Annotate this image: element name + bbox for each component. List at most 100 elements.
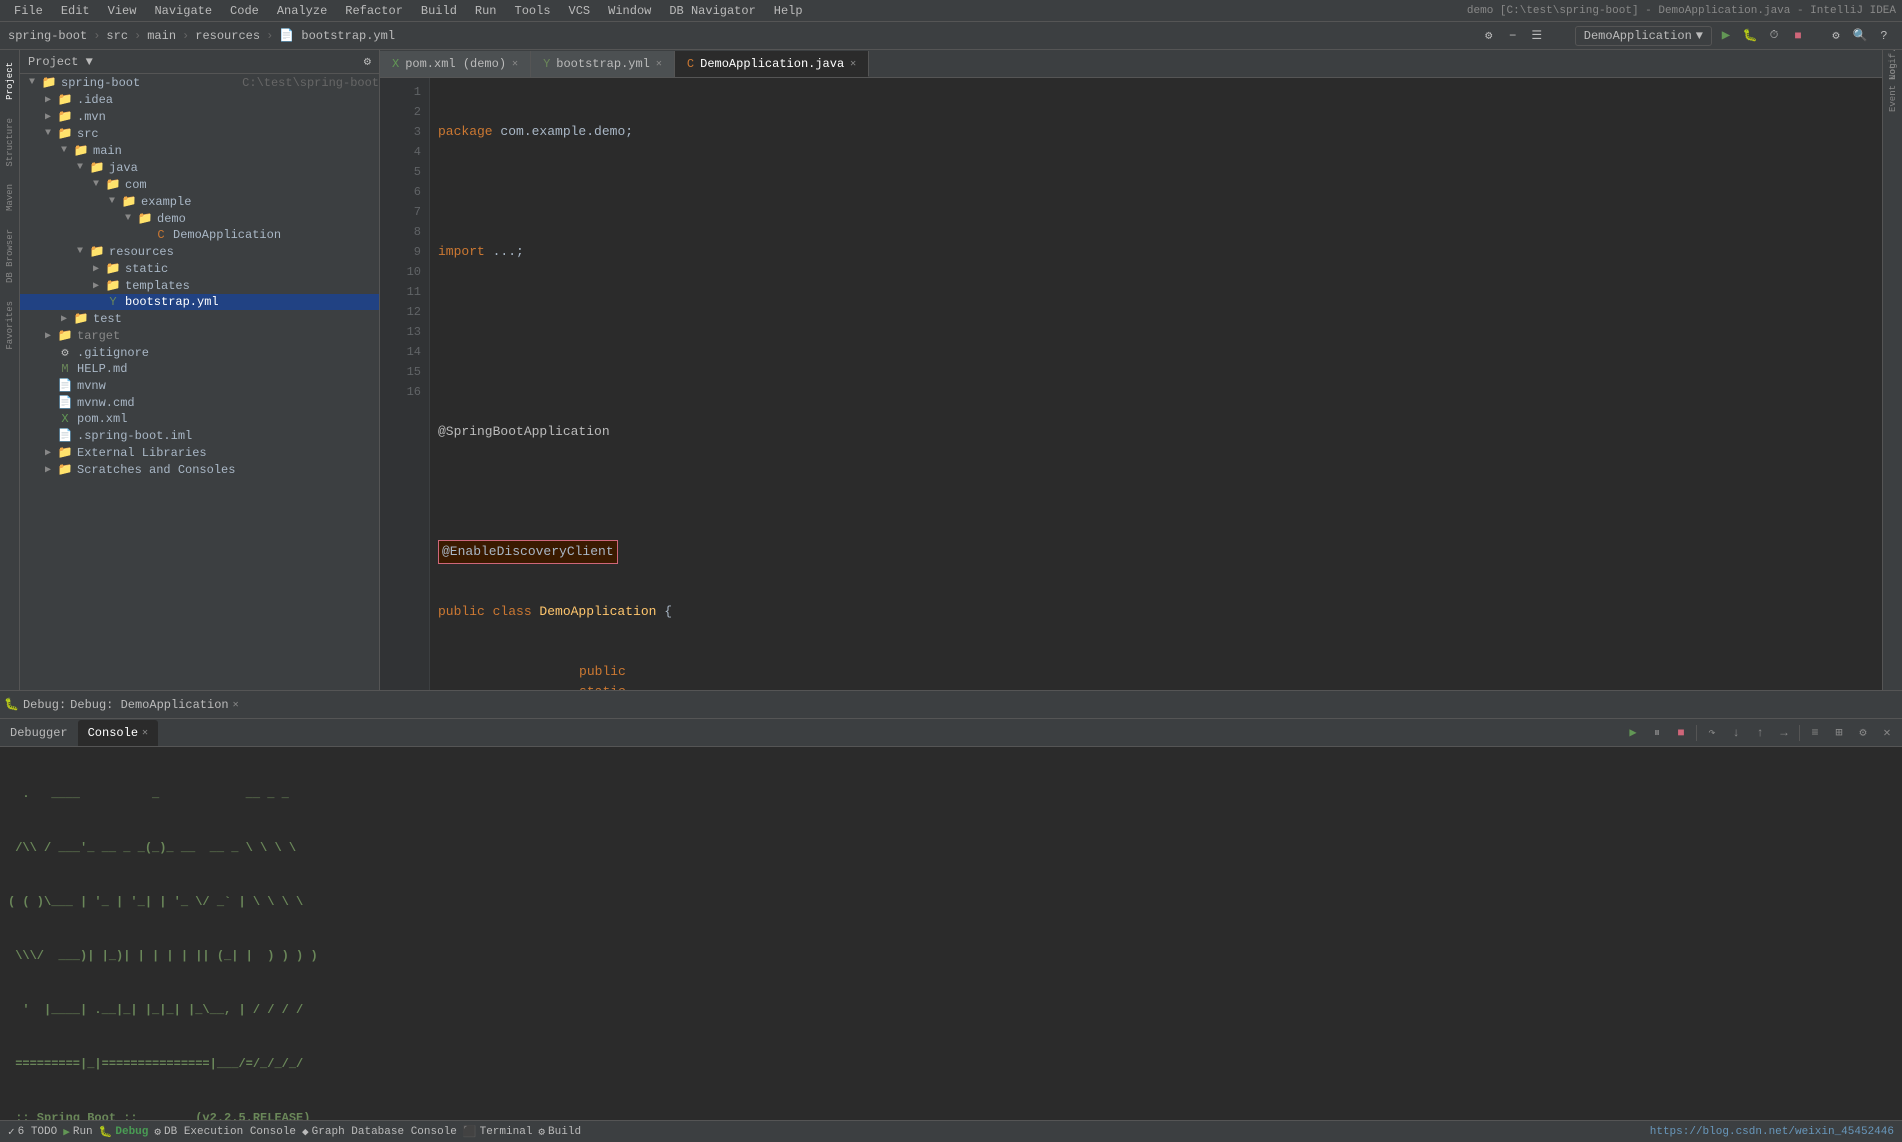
menu-item-vcs[interactable]: VCS <box>561 2 599 20</box>
tree-label: .spring-boot.iml <box>77 429 379 443</box>
status-todo[interactable]: ✓ 6 TODO <box>8 1125 57 1139</box>
status-debug[interactable]: 🐛 Debug <box>99 1125 149 1139</box>
tree-item-gitignore[interactable]: ▶ ⚙ .gitignore <box>20 344 379 361</box>
stop-icon[interactable]: ■ <box>1670 722 1692 744</box>
tab-close-icon[interactable]: ✕ <box>512 58 518 70</box>
tree-item-mvn[interactable]: ▶ 📁 .mvn <box>20 108 379 125</box>
pause-icon[interactable]: ⏸ <box>1646 722 1668 744</box>
blog-url[interactable]: https://blog.csdn.net/weixin_45452446 <box>1650 1126 1894 1138</box>
tab-close-icon[interactable]: ✕ <box>656 58 662 70</box>
menu-item-navigate[interactable]: Navigate <box>146 2 220 20</box>
debug-close-icon[interactable]: ✕ <box>233 699 239 711</box>
tab-close-icon[interactable]: ✕ <box>850 58 856 70</box>
step-into-icon[interactable]: ↓ <box>1725 722 1747 744</box>
evaluate-icon[interactable]: ≡ <box>1804 722 1826 744</box>
toolbar-settings-icon[interactable]: ⚙ <box>1479 26 1499 46</box>
toolbar-split-icon[interactable]: ☰ <box>1527 26 1547 46</box>
tree-item-external-libraries[interactable]: ▶ 📁 External Libraries <box>20 444 379 461</box>
tree-label: java <box>109 161 379 175</box>
vtab-db-browser[interactable]: DB Browser <box>1 221 19 291</box>
menu-item-build[interactable]: Build <box>413 2 465 20</box>
step-over-icon[interactable]: ↷ <box>1701 722 1723 744</box>
tree-item-mvnw[interactable]: ▶ 📄 mvnw <box>20 377 379 394</box>
tree-label: demo <box>157 212 379 226</box>
restore-layout-icon[interactable]: ⊞ <box>1828 722 1850 744</box>
spring-banner: . ____ _ __ _ _ <box>8 785 289 803</box>
project-panel-settings[interactable]: ⚙ <box>364 54 371 69</box>
tree-item-java[interactable]: ▼ 📁 java <box>20 159 379 176</box>
folder-icon: 📁 <box>104 278 122 293</box>
tree-item-example[interactable]: ▼ 📁 example <box>20 193 379 210</box>
close-panel-icon[interactable]: ✕ <box>1876 722 1898 744</box>
run-to-cursor-icon[interactable]: → <box>1773 722 1795 744</box>
tree-item-main[interactable]: ▼ 📁 main <box>20 142 379 159</box>
settings-icon-console[interactable]: ⚙ <box>1852 722 1874 744</box>
toolbar-minus-icon[interactable]: − <box>1503 26 1523 46</box>
menu-item-help[interactable]: Help <box>766 2 811 20</box>
tree-item-spring-boot[interactable]: ▼ 📁 spring-boot C:\test\spring-boot <box>20 74 379 91</box>
line-num-12: 12 <box>380 302 429 322</box>
debug-button[interactable]: 🐛 <box>1740 26 1760 46</box>
tree-item-demoapplication[interactable]: ▶ C DemoApplication <box>20 227 379 243</box>
code-editor[interactable]: package com.example.demo; import ...; @S… <box>430 78 1882 690</box>
menu-item-edit[interactable]: Edit <box>53 2 98 20</box>
tab-console[interactable]: Console ✕ <box>78 720 158 746</box>
status-run[interactable]: ▶ Run <box>63 1125 92 1139</box>
menu-item-run[interactable]: Run <box>467 2 505 20</box>
tree-item-springbootiml[interactable]: ▶ 📄 .spring-boot.iml <box>20 427 379 444</box>
stop-button[interactable]: ■ <box>1788 26 1808 46</box>
console-output[interactable]: . ____ _ __ _ _ /\\ / ___'_ __ _ _(_)_ _… <box>0 747 1902 1120</box>
tree-item-test[interactable]: ▶ 📁 test <box>20 310 379 327</box>
menu-item-dbnavigator[interactable]: DB Navigator <box>661 2 763 20</box>
tree-item-mvnwcmd[interactable]: ▶ 📄 mvnw.cmd <box>20 394 379 411</box>
bottom-panel: 🐛 Debug: Debug: DemoApplication ✕ Debugg… <box>0 690 1902 1120</box>
tree-arrow: ▶ <box>40 447 56 459</box>
tree-item-scratches[interactable]: ▶ 📁 Scratches and Consoles <box>20 461 379 478</box>
tree-item-demo[interactable]: ▼ 📁 demo <box>20 210 379 227</box>
vtab-maven[interactable]: Maven <box>1 176 19 219</box>
settings-icon[interactable]: ⚙ <box>1826 26 1846 46</box>
tree-item-resources[interactable]: ▼ 📁 resources <box>20 243 379 260</box>
step-out-icon[interactable]: ↑ <box>1749 722 1771 744</box>
tab-bootstrap[interactable]: Y bootstrap.yml ✕ <box>531 51 675 77</box>
tab-pomxml[interactable]: X pom.xml (demo) ✕ <box>380 51 531 77</box>
menu-item-refactor[interactable]: Refactor <box>337 2 411 20</box>
event-log-vtab[interactable]: Event Log <box>1883 78 1902 98</box>
tree-item-pomxml[interactable]: ▶ X pom.xml <box>20 411 379 427</box>
console-close[interactable]: ✕ <box>142 727 148 739</box>
status-db-execution[interactable]: ⚙ DB Execution Console <box>154 1125 296 1139</box>
run-with-coverage-icon[interactable]: ⏱ <box>1764 26 1784 46</box>
menu-item-tools[interactable]: Tools <box>507 2 559 20</box>
tree-item-helpmd[interactable]: ▶ M HELP.md <box>20 361 379 377</box>
search-icon[interactable]: 🔍 <box>1850 26 1870 46</box>
vtab-project[interactable]: Project <box>1 54 19 108</box>
tree-item-target[interactable]: ▶ 📁 target <box>20 327 379 344</box>
tree-arrow: ▼ <box>72 246 88 257</box>
vtab-favorites[interactable]: Favorites <box>1 293 19 358</box>
line-num-8: 8 <box>380 222 429 242</box>
console-line-spring5: ' |____| .__|_| |_|_| |_\__, | / / / / <box>8 1001 1894 1019</box>
status-graph-db[interactable]: ◆ Graph Database Console <box>302 1125 457 1139</box>
menu-item-view[interactable]: View <box>100 2 145 20</box>
status-terminal[interactable]: ⬛ Terminal <box>463 1125 533 1139</box>
help-icon[interactable]: ? <box>1874 26 1894 46</box>
tab-debugger[interactable]: Debugger <box>0 720 78 746</box>
tree-item-src[interactable]: ▼ 📁 src <box>20 125 379 142</box>
vtab-structure[interactable]: Structure <box>1 110 19 175</box>
tree-item-bootstrap-yml[interactable]: ▶ Y bootstrap.yml <box>20 294 379 310</box>
tree-item-static[interactable]: ▶ 📁 static <box>20 260 379 277</box>
tab-demoapplication[interactable]: C DemoApplication.java ✕ <box>675 51 869 77</box>
project-tree: ▼ 📁 spring-boot C:\test\spring-boot ▶ 📁 … <box>20 74 379 690</box>
menu-item-analyze[interactable]: Analyze <box>269 2 335 20</box>
menu-item-code[interactable]: Code <box>222 2 267 20</box>
status-build[interactable]: ⚙ Build <box>538 1125 581 1139</box>
main-toolbar: spring-boot › src › main › resources › 📄… <box>0 22 1902 50</box>
tree-item-idea[interactable]: ▶ 📁 .idea <box>20 91 379 108</box>
menu-item-file[interactable]: File <box>6 2 51 20</box>
tree-item-com[interactable]: ▼ 📁 com <box>20 176 379 193</box>
run-button[interactable]: ▶ <box>1716 26 1736 46</box>
play-icon[interactable]: ▶ <box>1622 722 1644 744</box>
menu-item-window[interactable]: Window <box>600 2 659 20</box>
run-config-selector[interactable]: DemoApplication ▼ <box>1575 26 1712 46</box>
tree-item-templates[interactable]: ▶ 📁 templates <box>20 277 379 294</box>
